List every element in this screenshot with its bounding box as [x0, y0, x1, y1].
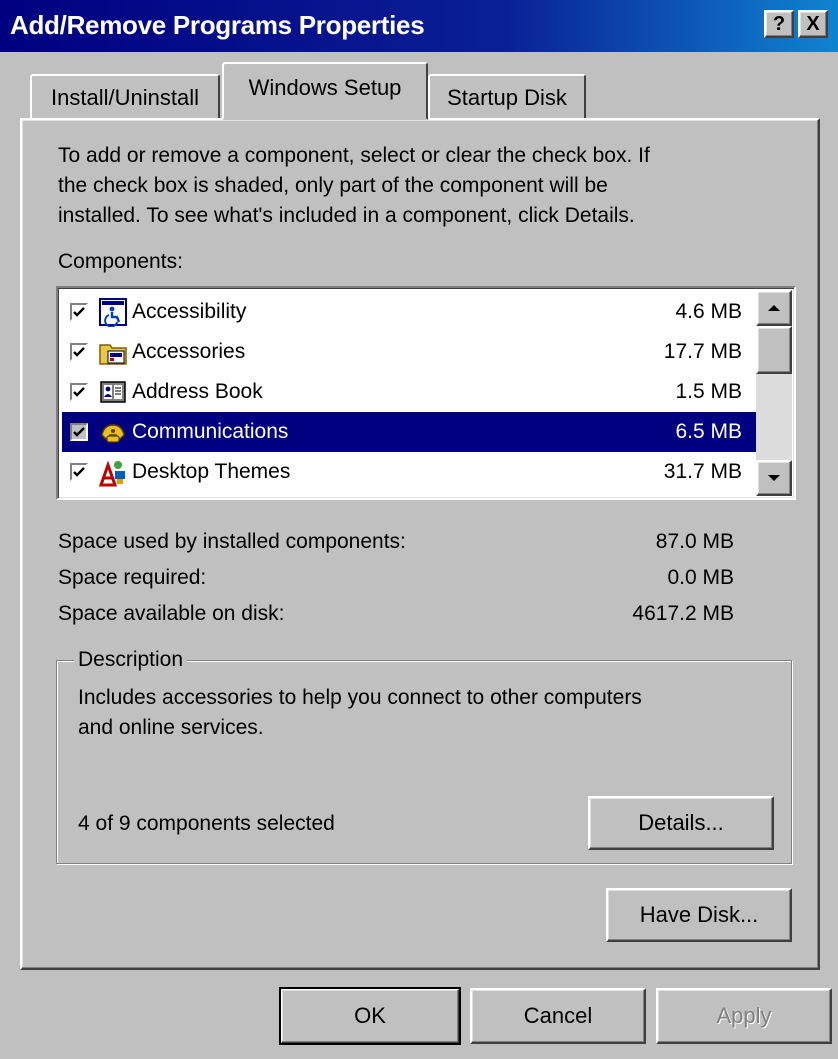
tab-install-uninstall[interactable]: Install/Uninstall [30, 74, 220, 120]
scroll-down-button[interactable] [756, 460, 792, 496]
tab-windows-setup[interactable]: Windows Setup [222, 62, 428, 120]
checkbox[interactable] [70, 343, 88, 361]
vertical-scrollbar[interactable] [756, 290, 792, 496]
component-size: 6.5 MB [675, 420, 742, 443]
apply-button: Apply [656, 988, 832, 1044]
ok-button[interactable]: OK [279, 987, 461, 1045]
close-button[interactable]: X [798, 10, 828, 38]
space-required-label: Space required: [58, 566, 207, 589]
checkbox[interactable] [70, 383, 88, 401]
checkmark-icon [73, 427, 85, 437]
list-item-accessories[interactable]: Accessories 17.7 MB [62, 332, 756, 372]
space-available-value: 4617.2 MB [632, 602, 734, 625]
checkmark-icon [73, 347, 85, 357]
components-list[interactable]: Accessibility 4.6 MB Accessories 17.7 MB… [56, 286, 796, 500]
have-disk-button[interactable]: Have Disk... [606, 888, 792, 942]
checkmark-icon [73, 307, 85, 317]
title-bar[interactable]: Add/Remove Programs Properties ? X [0, 0, 838, 52]
window-title: Add/Remove Programs Properties [10, 10, 425, 40]
cancel-button[interactable]: Cancel [470, 988, 646, 1044]
desktop-themes-icon [98, 460, 125, 487]
help-button[interactable]: ? [764, 10, 794, 38]
checkbox[interactable] [70, 303, 88, 321]
component-size: 17.7 MB [663, 340, 742, 363]
component-name: Accessories [132, 340, 246, 363]
instructions-line-1: To add or remove a component, select or … [58, 144, 650, 167]
description-line-1: Includes accessories to help you connect… [78, 686, 642, 709]
accessibility-icon [99, 298, 127, 327]
accessories-icon [99, 344, 127, 365]
checkbox[interactable] [70, 463, 88, 481]
component-name: Accessibility [132, 300, 247, 323]
details-button-label: Details... [638, 810, 724, 835]
help-icon: ? [772, 12, 786, 35]
tab-label: Windows Setup [248, 75, 402, 100]
checkmark-icon [73, 467, 85, 477]
list-item-accessibility[interactable]: Accessibility 4.6 MB [62, 292, 756, 332]
details-button[interactable]: Details... [588, 796, 774, 850]
tab-label: Install/Uninstall [51, 85, 199, 110]
cancel-button-label: Cancel [523, 1003, 593, 1028]
list-item-communications[interactable]: Communications 6.5 MB [62, 412, 756, 452]
space-required-value: 0.0 MB [667, 566, 734, 589]
checkmark-icon [73, 387, 85, 397]
list-item-address-book[interactable]: Address Book 1.5 MB [62, 372, 756, 412]
component-name: Address Book [132, 380, 263, 403]
space-available-label: Space available on disk: [58, 602, 285, 625]
component-size: 4.6 MB [675, 300, 742, 323]
address-book-icon [100, 381, 126, 403]
tab-label: Startup Disk [447, 85, 567, 110]
component-name: Communications [132, 420, 289, 443]
description-legend: Description [74, 648, 188, 672]
checkbox[interactable] [70, 423, 88, 441]
scroll-up-button[interactable] [756, 290, 792, 326]
space-used-value: 87.0 MB [655, 530, 734, 553]
have-disk-button-label: Have Disk... [639, 902, 759, 927]
component-size: 31.7 MB [663, 460, 742, 483]
arrow-up-icon [768, 305, 780, 311]
components-label: Components: [58, 250, 183, 273]
list-item-desktop-themes[interactable]: Desktop Themes 31.7 MB [62, 452, 756, 492]
tab-startup-disk[interactable]: Startup Disk [428, 74, 586, 120]
close-icon: X [806, 12, 820, 35]
ok-button-label: OK [354, 1003, 386, 1028]
selected-count: 4 of 9 components selected [78, 812, 335, 835]
component-name: Desktop Themes [132, 460, 291, 483]
arrow-down-icon [768, 475, 780, 481]
communications-icon [101, 424, 125, 443]
description-line-2: and online services. [78, 716, 264, 739]
apply-button-label: Apply [716, 1003, 772, 1028]
instructions-line-2: the check box is shaded, only part of th… [58, 174, 608, 197]
space-used-label: Space used by installed components: [58, 530, 406, 553]
component-size: 1.5 MB [675, 380, 742, 403]
scroll-thumb[interactable] [756, 326, 792, 374]
instructions-line-3: installed. To see what's included in a c… [58, 204, 635, 227]
